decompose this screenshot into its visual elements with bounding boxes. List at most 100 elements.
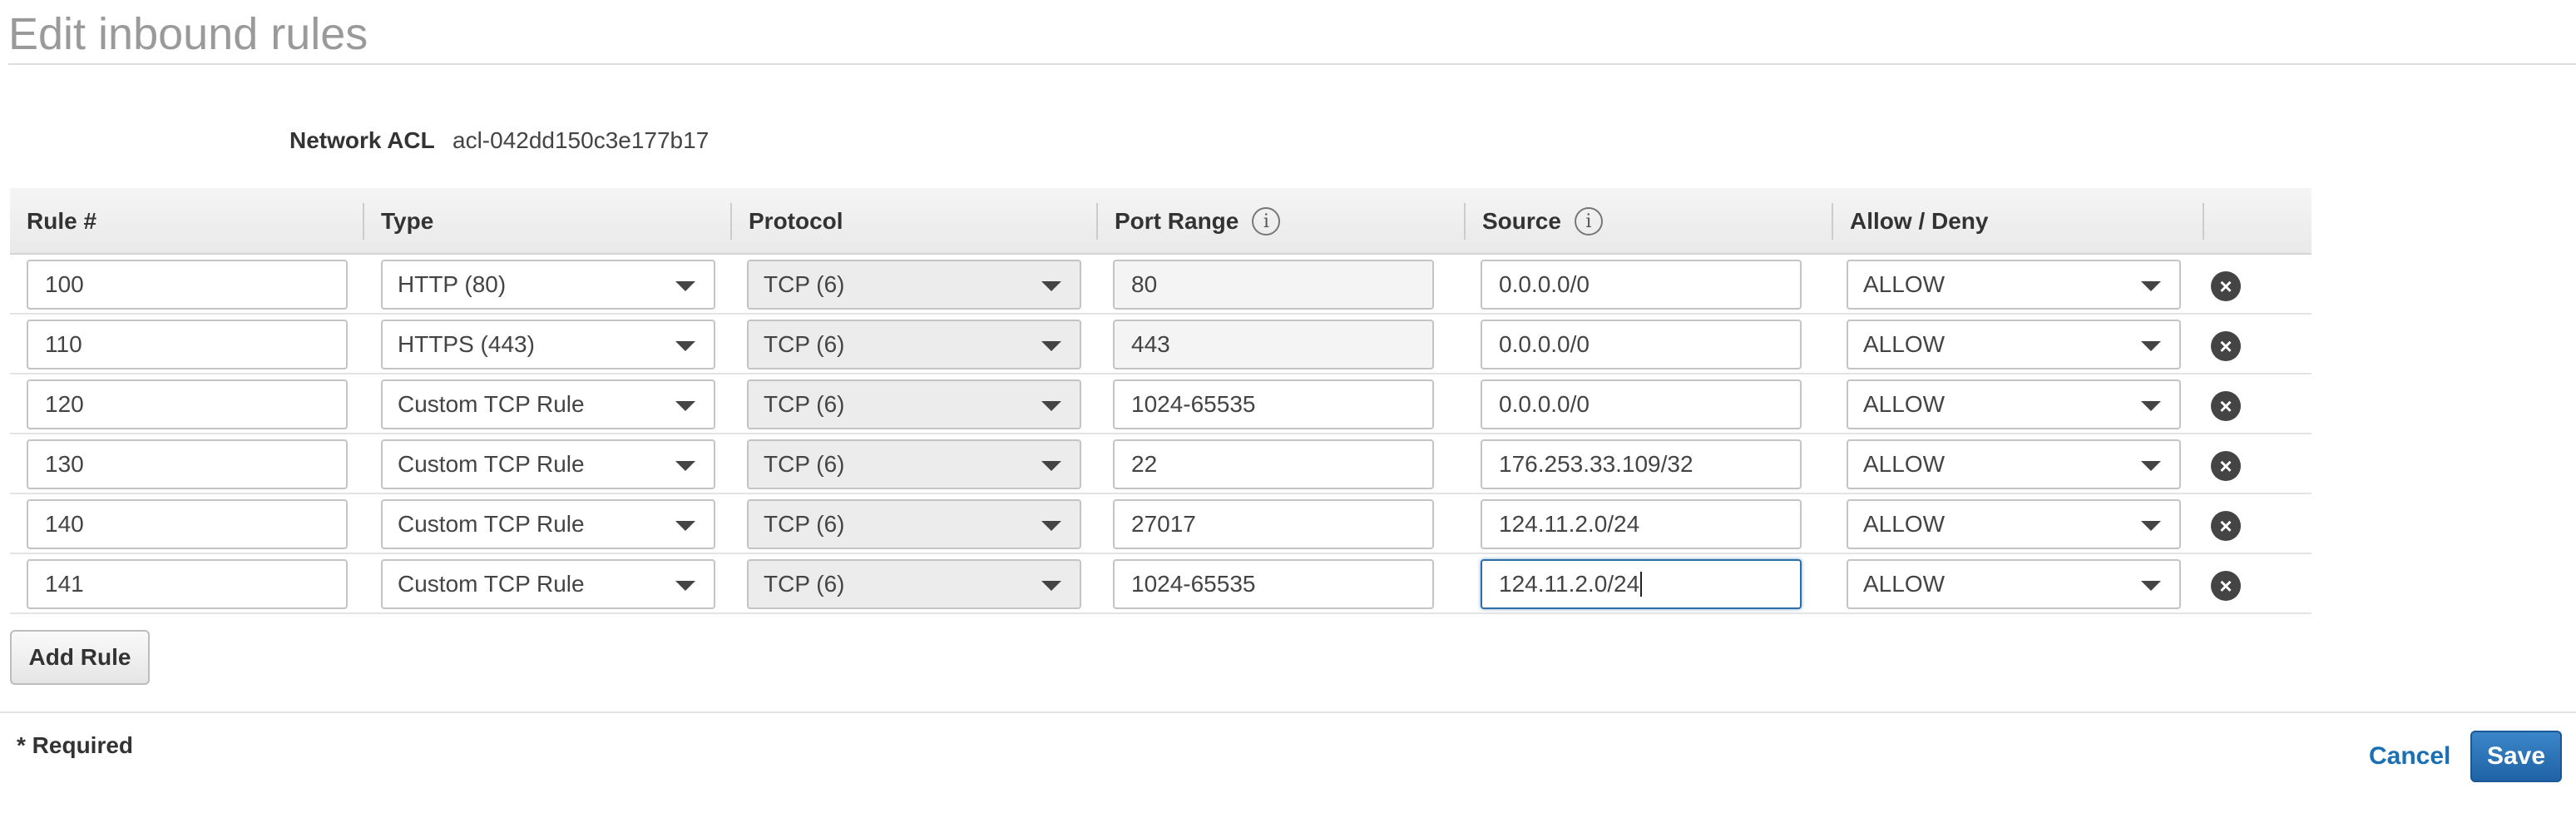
remove-rule-icon[interactable]: × xyxy=(2211,571,2241,601)
column-header-rule: Rule # xyxy=(10,188,363,255)
remove-rule-icon[interactable]: × xyxy=(2211,451,2241,481)
table-row: 130 Custom TCP Rule TCP (6) 22 176.253.3… xyxy=(10,434,2311,494)
column-header-allow-deny-label: Allow / Deny xyxy=(1850,208,1989,234)
allow-deny-select-value: ALLOW xyxy=(1863,571,1946,597)
source-input[interactable]: 0.0.0.0/0 xyxy=(1481,320,1802,369)
source-input[interactable]: 124.11.2.0/24 xyxy=(1481,559,1802,609)
protocol-select[interactable]: TCP (6) xyxy=(747,559,1081,609)
chevron-down-icon xyxy=(1041,401,1061,411)
chevron-down-icon xyxy=(675,401,695,411)
chevron-down-icon xyxy=(2141,341,2161,351)
table-row: 141 Custom TCP Rule TCP (6) 1024-65535 1… xyxy=(10,554,2311,614)
rule-number-input[interactable]: 130 xyxy=(27,439,348,489)
remove-rule-icon[interactable]: × xyxy=(2211,391,2241,421)
required-note: * Required xyxy=(17,732,134,758)
port-range-input[interactable]: 27017 xyxy=(1113,499,1434,549)
source-input[interactable]: 0.0.0.0/0 xyxy=(1481,260,1802,310)
cancel-button[interactable]: Cancel xyxy=(2369,742,2450,771)
chevron-down-icon xyxy=(2141,281,2161,291)
column-header-port-range: Port Range i xyxy=(1098,188,1464,255)
network-acl-id: acl-042dd150c3e177b17 xyxy=(452,127,710,153)
rules-table: Rule # Type Protocol Port Range i Source… xyxy=(10,188,2311,614)
chevron-down-icon xyxy=(1041,341,1061,351)
source-input[interactable]: 176.253.33.109/32 xyxy=(1481,439,1802,489)
allow-deny-select[interactable]: ALLOW xyxy=(1847,260,2181,310)
type-select[interactable]: Custom TCP Rule xyxy=(381,439,715,489)
port-range-input[interactable]: 80 xyxy=(1113,260,1434,310)
chevron-down-icon xyxy=(675,521,695,531)
rule-number-input[interactable]: 140 xyxy=(27,499,348,549)
port-range-input[interactable]: 1024-65535 xyxy=(1113,379,1434,429)
table-row: 140 Custom TCP Rule TCP (6) 27017 124.11… xyxy=(10,494,2311,554)
chevron-down-icon xyxy=(675,581,695,591)
protocol-select-value: TCP (6) xyxy=(764,511,845,537)
rule-number-input[interactable]: 141 xyxy=(27,559,348,609)
port-range-input[interactable]: 1024-65535 xyxy=(1113,559,1434,609)
allow-deny-select[interactable]: ALLOW xyxy=(1847,559,2181,609)
type-select-value: Custom TCP Rule xyxy=(398,451,585,477)
column-header-source: Source i xyxy=(1466,188,1832,255)
protocol-select[interactable]: TCP (6) xyxy=(747,260,1081,310)
chevron-down-icon xyxy=(675,461,695,471)
allow-deny-select-value: ALLOW xyxy=(1863,511,1946,537)
allow-deny-select[interactable]: ALLOW xyxy=(1847,499,2181,549)
save-button[interactable]: Save xyxy=(2470,731,2562,782)
rule-number-input[interactable]: 120 xyxy=(27,379,348,429)
column-separator xyxy=(2203,203,2204,240)
type-select[interactable]: Custom TCP Rule xyxy=(381,379,715,429)
protocol-select-value: TCP (6) xyxy=(764,391,845,417)
type-select-value: Custom TCP Rule xyxy=(398,571,585,597)
info-icon[interactable]: i xyxy=(1574,207,1603,235)
column-header-source-label: Source xyxy=(1482,208,1561,234)
protocol-select-value: TCP (6) xyxy=(764,571,845,597)
source-input[interactable]: 124.11.2.0/24 xyxy=(1481,499,1802,549)
type-select-value: Custom TCP Rule xyxy=(398,391,585,417)
title-divider xyxy=(8,63,2576,65)
port-range-input[interactable]: 443 xyxy=(1113,320,1434,369)
protocol-select-value: TCP (6) xyxy=(764,331,845,357)
protocol-select-value: TCP (6) xyxy=(764,271,845,297)
chevron-down-icon xyxy=(1041,461,1061,471)
chevron-down-icon xyxy=(2141,461,2161,471)
chevron-down-icon xyxy=(675,341,695,351)
allow-deny-select-value: ALLOW xyxy=(1863,331,1946,357)
table-row: 120 Custom TCP Rule TCP (6) 1024-65535 0… xyxy=(10,374,2311,434)
allow-deny-select-value: ALLOW xyxy=(1863,391,1946,417)
chevron-down-icon xyxy=(1041,521,1061,531)
column-header-rule-label: Rule # xyxy=(27,208,97,234)
type-select[interactable]: Custom TCP Rule xyxy=(381,499,715,549)
protocol-select[interactable]: TCP (6) xyxy=(747,379,1081,429)
chevron-down-icon xyxy=(675,281,695,291)
column-header-type: Type xyxy=(364,188,730,255)
allow-deny-select[interactable]: ALLOW xyxy=(1847,379,2181,429)
type-select[interactable]: HTTPS (443) xyxy=(381,320,715,369)
rules-table-header: Rule # Type Protocol Port Range i Source… xyxy=(10,188,2311,255)
type-select[interactable]: HTTP (80) xyxy=(381,260,715,310)
remove-rule-icon[interactable]: × xyxy=(2211,511,2241,541)
type-select-value: HTTP (80) xyxy=(398,271,507,297)
chevron-down-icon xyxy=(2141,401,2161,411)
column-header-type-label: Type xyxy=(381,208,434,234)
table-row: 110 HTTPS (443) TCP (6) 443 0.0.0.0/0 AL… xyxy=(10,315,2311,374)
remove-rule-icon[interactable]: × xyxy=(2211,331,2241,361)
add-rule-button[interactable]: Add Rule xyxy=(10,630,150,685)
rule-number-input[interactable]: 100 xyxy=(27,260,348,310)
type-select-value: HTTPS (443) xyxy=(398,331,535,357)
chevron-down-icon xyxy=(2141,521,2161,531)
remove-rule-icon[interactable]: × xyxy=(2211,271,2241,301)
protocol-select[interactable]: TCP (6) xyxy=(747,499,1081,549)
allow-deny-select[interactable]: ALLOW xyxy=(1847,320,2181,369)
info-icon[interactable]: i xyxy=(1252,207,1281,235)
column-header-allow-deny: Allow / Deny xyxy=(1833,188,2203,255)
port-range-input[interactable]: 22 xyxy=(1113,439,1434,489)
type-select[interactable]: Custom TCP Rule xyxy=(381,559,715,609)
protocol-select[interactable]: TCP (6) xyxy=(747,439,1081,489)
column-header-protocol: Protocol xyxy=(732,188,1096,255)
protocol-select[interactable]: TCP (6) xyxy=(747,320,1081,369)
allow-deny-select[interactable]: ALLOW xyxy=(1847,439,2181,489)
source-input[interactable]: 0.0.0.0/0 xyxy=(1481,379,1802,429)
page-title: Edit inbound rules xyxy=(8,9,368,59)
footer-divider xyxy=(0,711,2576,713)
rule-number-input[interactable]: 110 xyxy=(27,320,348,369)
allow-deny-select-value: ALLOW xyxy=(1863,451,1946,477)
